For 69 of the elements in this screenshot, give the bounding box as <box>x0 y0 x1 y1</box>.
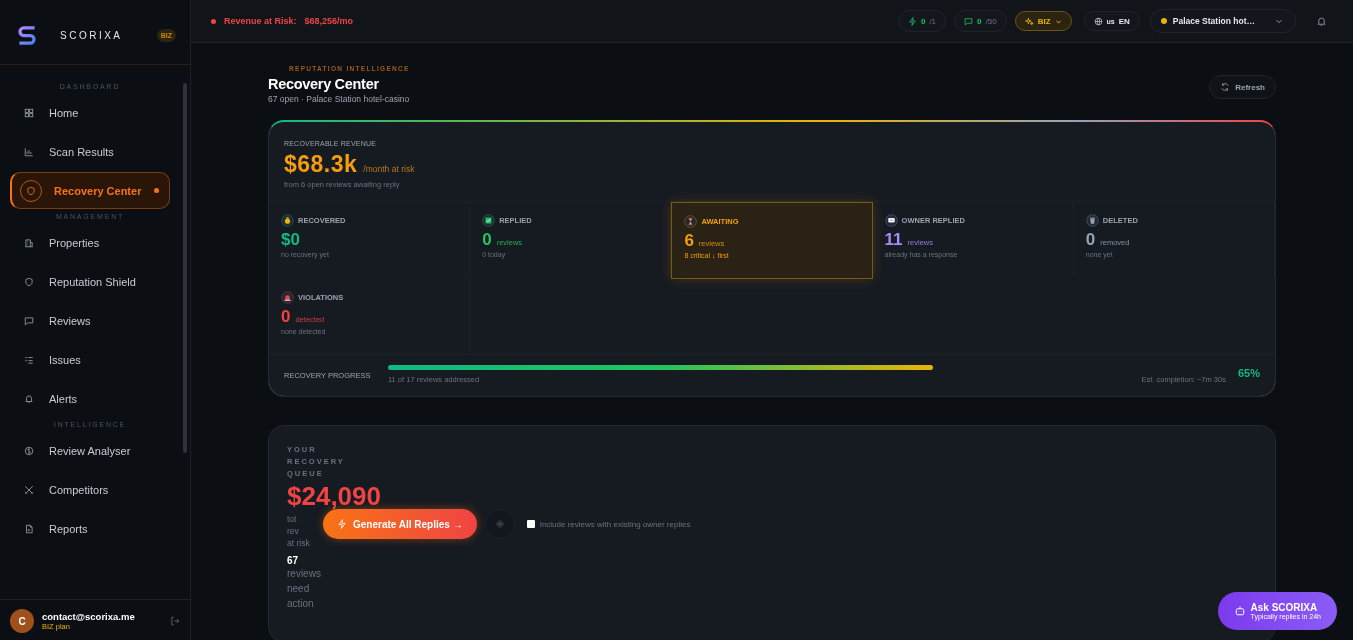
hourglass-icon <box>684 215 698 228</box>
nav-item[interactable]: Reputation Shield <box>10 263 170 300</box>
scrollbar[interactable] <box>183 83 187 453</box>
building-icon <box>24 237 34 248</box>
grid-icon <box>24 107 34 118</box>
stat-value: 0 <box>281 307 291 327</box>
amount-label: at risk <box>287 537 310 549</box>
bell-icon[interactable] <box>1316 15 1327 27</box>
logout-icon[interactable] <box>170 616 180 626</box>
shield-icon <box>26 185 36 196</box>
bar-chart-icon <box>24 146 34 157</box>
lightning-icon <box>337 519 347 529</box>
nav-item[interactable]: Alerts <box>10 380 170 417</box>
stat-value: $0 <box>281 230 300 250</box>
shield-icon <box>24 276 34 287</box>
page-subtitle: 67 open · Palace Station hotel-casino <box>268 94 410 104</box>
nav-item[interactable]: Home <box>10 94 170 131</box>
revenue-value: $68,256/mo <box>304 16 354 26</box>
settings-button[interactable] <box>484 509 515 539</box>
amount-suffix: /month at risk <box>363 164 415 174</box>
user-avatar[interactable]: C <box>10 609 34 633</box>
refresh-button[interactable]: Refresh <box>1209 75 1276 99</box>
chevron-down-icon <box>1275 17 1283 25</box>
message-icon <box>884 214 898 227</box>
messages-counter[interactable]: 0 /50 <box>954 10 1007 32</box>
checkbox-label: Include reviews with existing owner replies <box>539 519 691 529</box>
revenue-amount: $68.3k <box>284 151 358 178</box>
nav-item[interactable]: Properties <box>10 224 170 261</box>
nav-item[interactable]: Review Analyser <box>10 432 170 469</box>
queue-count: 67 <box>287 555 300 566</box>
stat-value: 0 <box>482 230 492 250</box>
alert-dot <box>211 18 216 24</box>
document-icon <box>24 523 34 534</box>
money-bag-icon <box>281 214 294 227</box>
sparkle-icon <box>1024 16 1034 26</box>
amount-label: rev <box>287 525 299 537</box>
brand-name: SCORIXA <box>59 29 124 41</box>
queue-count-label: reviews need action <box>287 567 322 611</box>
queue-amount: $24,090 <box>287 481 382 512</box>
property-selector[interactable]: Palace Station hot… <box>1149 9 1296 33</box>
nav-item[interactable]: Issues <box>10 341 170 378</box>
stat-value: 6 <box>684 231 694 251</box>
checkmark-icon <box>482 214 496 227</box>
chat-icon <box>24 315 34 326</box>
chat-icon <box>964 16 974 26</box>
nav-item[interactable]: Reviews <box>10 302 170 339</box>
amount-label: tot <box>287 513 297 525</box>
settings-icon <box>494 519 505 529</box>
progress-percent: 65% <box>1237 367 1260 379</box>
user-email: contact@scorixa.me <box>42 611 136 622</box>
stat-value: 0 <box>1085 230 1096 250</box>
crossed-swords-icon <box>24 484 34 495</box>
revenue-at-risk-label: Revenue at Risk: <box>224 16 297 26</box>
trash-icon <box>1085 214 1099 227</box>
siren-icon <box>281 291 294 304</box>
credits-counter[interactable]: 0 /1 <box>897 10 947 32</box>
nav-item[interactable]: Competitors <box>10 471 170 508</box>
checklist-icon <box>24 354 34 365</box>
stat-value: 11 <box>884 230 903 250</box>
robot-icon <box>1233 605 1246 617</box>
nav-item[interactable]: Recovery Center <box>10 172 170 209</box>
checkbox[interactable] <box>526 520 535 528</box>
bell-icon <box>24 393 34 404</box>
nav-item[interactable]: Scan Results <box>10 133 170 170</box>
lightning-icon <box>907 16 917 26</box>
nav-item[interactable]: Reports <box>10 510 170 547</box>
plan-selector[interactable]: BIZ <box>1014 11 1072 31</box>
page-title: Recovery Center <box>268 76 380 92</box>
refresh-icon <box>1220 82 1231 92</box>
